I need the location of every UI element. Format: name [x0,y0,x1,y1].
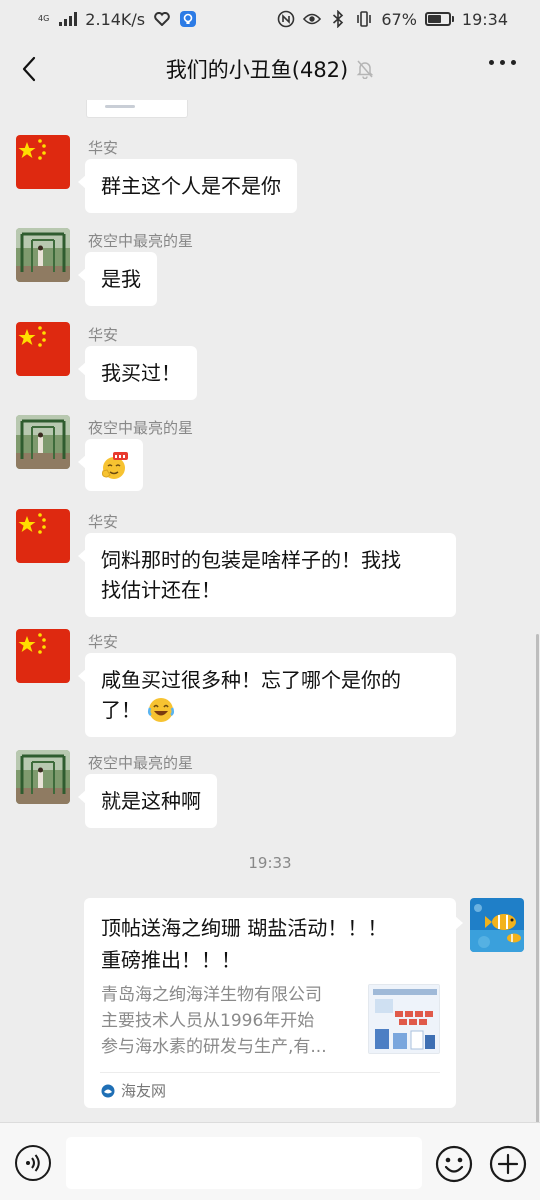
battery-icon [424,12,454,26]
link-card-source: 海友网 [101,1080,166,1101]
chevron-left-icon [22,56,36,82]
china-flag-avatar[interactable] [16,322,70,376]
vibrate-icon [355,10,373,28]
message-bubble[interactable]: 群主这个人是不是你 [78,159,297,213]
voice-icon [26,1154,40,1172]
status-bar: 4G 2.14K/s 67% 19:34 [0,0,540,38]
nfc-icon [277,10,295,28]
link-card[interactable]: 顶帖送海之绚珊 瑚盐活动！！！ 重磅推出！！！ 青岛海之绚海洋生物有限公司 主要… [84,898,463,1108]
sender-name: 夜空中最亮的星 [88,754,194,772]
message-bubble[interactable]: 是我 [78,252,157,306]
sender-name: 夜空中最亮的星 [88,232,194,250]
message-text-line: 了！ [101,698,141,722]
voice-button[interactable] [15,1145,51,1181]
link-card-title-line: 顶帖送海之绚珊 瑚盐活动！！！ [101,916,388,940]
message-text-line: 咸鱼买过很多种！忘了哪个是你的 [101,668,401,692]
message-text-line: 饲料那时的包装是啥样子的！我找 [101,548,401,572]
previous-message-thumbnail[interactable] [86,100,188,118]
clownfish-avatar[interactable] [470,898,524,952]
message-list[interactable]: 华安 群主这个人是不是你 夜空中最亮的星 是我 华安 我买过！ 夜空中最亮的星 … [0,100,540,1122]
message-bubble[interactable] [78,439,143,491]
heart-icon [153,10,171,28]
message-text: 就是这种啊 [101,789,201,813]
link-card-title-line: 重磅推出！！！ [101,948,241,972]
link-card-description: 青岛海之绚海洋生物有限公司 主要技术人员从1996年开始 参与海水素的研发与生产… [101,982,355,1060]
link-card-title: 顶帖送海之绚珊 瑚盐活动！！！ 重磅推出！！！ [101,912,441,976]
clock: 19:34 [461,9,508,29]
666-emoji [102,451,128,479]
plus-icon [489,1145,527,1183]
bluetooth-icon [329,10,347,28]
emoji-button[interactable] [435,1145,473,1183]
message-bubble[interactable]: 就是这种啊 [78,774,217,828]
chat-header: 我们的小丑鱼(482) [0,38,540,100]
message-input[interactable] [66,1137,422,1189]
battery-percent: 67% [381,9,417,29]
link-card-source-name: 海友网 [121,1082,167,1100]
sender-name: 华安 [88,513,119,531]
link-card-desc-line: 青岛海之绚海洋生物有限公司 [101,985,322,1005]
china-flag-avatar[interactable] [16,509,70,563]
garden-photo-avatar[interactable] [16,750,70,804]
bell-off-icon [356,60,374,79]
network-type: 4G [38,14,50,23]
garden-photo-avatar[interactable] [16,228,70,282]
link-card-divider [100,1072,440,1073]
scrollbar[interactable] [536,634,539,1124]
message-text: 我买过！ [101,361,181,385]
garden-photo-avatar[interactable] [16,415,70,469]
sender-name: 华安 [88,326,119,344]
eye-icon [303,10,322,28]
plus-button[interactable] [489,1145,527,1183]
chat-title[interactable]: 我们的小丑鱼(482) [166,54,348,84]
message-bubble[interactable]: 我买过！ [78,346,197,400]
message-bubble[interactable]: 咸鱼买过很多种！忘了哪个是你的 了！ [78,653,456,737]
message-text: 群主这个人是不是你 [101,174,281,198]
product-thumbnail [368,984,440,1054]
sender-name: 华安 [88,633,119,651]
app-badge-icon [179,10,197,28]
input-bar [0,1122,540,1200]
network-speed: 2.14K/s [85,9,146,29]
sender-name: 华安 [88,139,119,157]
haiyou-logo-icon [101,1084,115,1097]
laughing-tears-emoji [147,698,175,722]
china-flag-avatar[interactable] [16,629,70,683]
link-card-desc-line: 参与海水素的研发与生产,有... [101,1037,327,1057]
signal-icon [59,12,78,26]
back-button[interactable] [16,54,42,84]
link-card-desc-line: 主要技术人员从1996年开始 [101,1011,315,1031]
more-button[interactable] [489,60,516,65]
sender-name: 夜空中最亮的星 [88,419,194,437]
time-separator: 19:33 [248,854,292,872]
message-text: 是我 [101,267,141,291]
message-bubble[interactable]: 饲料那时的包装是啥样子的！我找 找估计还在！ [78,533,456,617]
china-flag-avatar[interactable] [16,135,70,189]
message-text-line: 找估计还在！ [101,578,221,602]
smiley-icon [435,1145,473,1183]
